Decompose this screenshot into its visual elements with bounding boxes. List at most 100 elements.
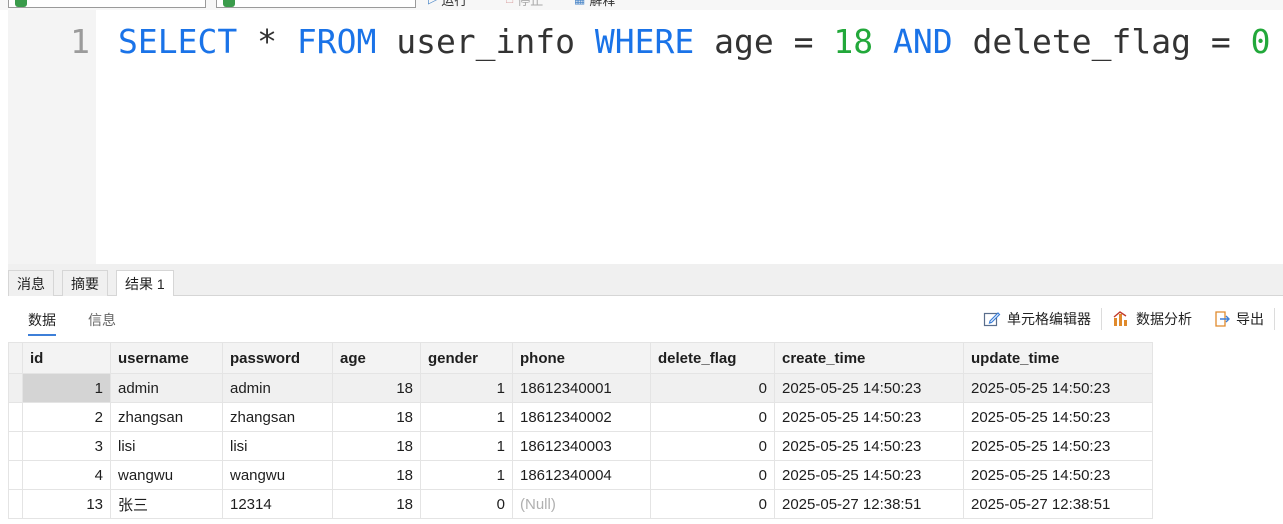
cell-username[interactable]: admin bbox=[110, 373, 223, 403]
table-row[interactable]: 13 张三 12314 18 0 (Null) 0 2025-05-27 12:… bbox=[8, 489, 1153, 519]
cell-phone[interactable]: 18612340004 bbox=[512, 460, 651, 490]
stop-button[interactable]: □ 停止 bbox=[506, 0, 544, 8]
row-indicator[interactable] bbox=[8, 489, 23, 519]
cell-delete-flag[interactable]: 0 bbox=[650, 373, 775, 403]
column-header-password[interactable]: password bbox=[222, 342, 333, 374]
cell-username[interactable]: lisi bbox=[110, 431, 223, 461]
explain-button[interactable]: ▦ 解释 bbox=[574, 0, 616, 8]
export-button[interactable]: 导出 bbox=[1202, 309, 1274, 329]
cell-editor-button[interactable]: 单元格编辑器 bbox=[973, 309, 1101, 329]
run-label: 运行 bbox=[441, 0, 468, 8]
cell-delete-flag[interactable]: 0 bbox=[650, 460, 775, 490]
cell-phone[interactable]: 18612340002 bbox=[512, 402, 651, 432]
cell-password[interactable]: wangwu bbox=[222, 460, 333, 490]
cell-id[interactable]: 13 bbox=[22, 489, 111, 519]
table-row[interactable]: 4 wangwu wangwu 18 1 18612340004 0 2025-… bbox=[8, 460, 1153, 490]
column-header-delete-flag[interactable]: delete_flag bbox=[650, 342, 775, 374]
data-analysis-icon bbox=[1112, 310, 1130, 328]
cell-age[interactable]: 18 bbox=[332, 460, 421, 490]
line-number-gutter: 1 bbox=[8, 10, 96, 264]
table-row[interactable]: 1 admin admin 18 1 18612340001 0 2025-05… bbox=[8, 373, 1153, 403]
cell-phone[interactable]: 18612340003 bbox=[512, 431, 651, 461]
table-row[interactable]: 3 lisi lisi 18 1 18612340003 0 2025-05-2… bbox=[8, 431, 1153, 461]
cell-id[interactable]: 2 bbox=[22, 402, 111, 432]
data-analysis-button[interactable]: 数据分析 bbox=[1102, 309, 1202, 329]
cell-username[interactable]: wangwu bbox=[110, 460, 223, 490]
run-button[interactable]: ▷ 运行 bbox=[428, 0, 468, 8]
cell-create-time[interactable]: 2025-05-25 14:50:23 bbox=[774, 373, 964, 403]
cell-age[interactable]: 18 bbox=[332, 431, 421, 461]
connection-select[interactable] bbox=[8, 0, 206, 8]
cell-password[interactable]: lisi bbox=[222, 431, 333, 461]
sql-editor[interactable]: 1 SELECT * FROM user_info WHERE age = 18… bbox=[8, 10, 1283, 264]
cell-update-time[interactable]: 2025-05-25 14:50:23 bbox=[963, 431, 1153, 461]
cell-password[interactable]: 12314 bbox=[222, 489, 333, 519]
stop-label: 停止 bbox=[517, 0, 544, 8]
column-header-phone[interactable]: phone bbox=[512, 342, 651, 374]
explain-label: 解释 bbox=[589, 0, 616, 8]
cell-username[interactable]: 张三 bbox=[110, 489, 223, 519]
cell-phone[interactable]: (Null) bbox=[512, 489, 651, 519]
cell-update-time[interactable]: 2025-05-27 12:38:51 bbox=[963, 489, 1153, 519]
row-indicator[interactable] bbox=[8, 431, 23, 461]
column-header-update-time[interactable]: update_time bbox=[963, 342, 1153, 374]
cell-create-time[interactable]: 2025-05-25 14:50:23 bbox=[774, 460, 964, 490]
cell-delete-flag[interactable]: 0 bbox=[650, 431, 775, 461]
cell-age[interactable]: 18 bbox=[332, 489, 421, 519]
keyword-where: WHERE bbox=[594, 22, 695, 61]
column-header-id[interactable]: id bbox=[22, 342, 111, 374]
tab-messages[interactable]: 消息 bbox=[8, 270, 54, 297]
row-indicator[interactable] bbox=[8, 373, 23, 403]
cell-id[interactable]: 1 bbox=[22, 373, 111, 403]
explain-icon: ▦ bbox=[574, 0, 585, 6]
tab-result-1[interactable]: 结果 1 bbox=[116, 270, 174, 298]
cell-phone[interactable]: 18612340001 bbox=[512, 373, 651, 403]
cell-age[interactable]: 18 bbox=[332, 373, 421, 403]
cell-create-time[interactable]: 2025-05-25 14:50:23 bbox=[774, 431, 964, 461]
table-name-token: user_info bbox=[396, 22, 576, 61]
data-analysis-label: 数据分析 bbox=[1136, 311, 1192, 327]
subtab-info[interactable]: 信息 bbox=[88, 310, 116, 334]
cell-delete-flag[interactable]: 0 bbox=[650, 402, 775, 432]
cell-update-time[interactable]: 2025-05-25 14:50:23 bbox=[963, 402, 1153, 432]
table-row[interactable]: 2 zhangsan zhangsan 18 1 18612340002 0 2… bbox=[8, 402, 1153, 432]
row-indicator[interactable] bbox=[8, 402, 23, 432]
result-grid: id username password age gender phone de… bbox=[8, 342, 1153, 519]
subtab-data[interactable]: 数据 bbox=[28, 310, 56, 336]
cell-gender[interactable]: 1 bbox=[420, 402, 513, 432]
keyword-select: SELECT bbox=[118, 22, 238, 61]
row-indicator[interactable] bbox=[8, 460, 23, 490]
sql-code-line[interactable]: SELECT * FROM user_info WHERE age = 18 A… bbox=[118, 22, 1271, 61]
cell-create-time[interactable]: 2025-05-25 14:50:23 bbox=[774, 402, 964, 432]
column-age-token: age bbox=[714, 22, 774, 61]
cell-gender[interactable]: 1 bbox=[420, 373, 513, 403]
cell-gender[interactable]: 0 bbox=[420, 489, 513, 519]
cell-update-time[interactable]: 2025-05-25 14:50:23 bbox=[963, 373, 1153, 403]
column-header-create-time[interactable]: create_time bbox=[774, 342, 964, 374]
cell-gender[interactable]: 1 bbox=[420, 460, 513, 490]
cell-id[interactable]: 4 bbox=[22, 460, 111, 490]
cell-password[interactable]: zhangsan bbox=[222, 402, 333, 432]
connection-icon bbox=[15, 0, 27, 7]
database-select[interactable] bbox=[216, 0, 416, 8]
header-row: id username password age gender phone de… bbox=[8, 342, 1153, 374]
column-header-gender[interactable]: gender bbox=[420, 342, 513, 374]
query-toolbar: ▷ 运行 □ 停止 ▦ 解释 bbox=[0, 0, 1283, 10]
cell-gender[interactable]: 1 bbox=[420, 431, 513, 461]
cell-create-time[interactable]: 2025-05-27 12:38:51 bbox=[774, 489, 964, 519]
star-token: * bbox=[257, 22, 277, 61]
column-delete-flag-token: delete_flag bbox=[972, 22, 1191, 61]
cell-age[interactable]: 18 bbox=[332, 402, 421, 432]
stop-icon: □ bbox=[506, 0, 513, 6]
navicat-query-window: ▷ 运行 □ 停止 ▦ 解释 1 SELECT * FROM user_info… bbox=[0, 0, 1283, 524]
cell-id[interactable]: 3 bbox=[22, 431, 111, 461]
cell-delete-flag[interactable]: 0 bbox=[650, 489, 775, 519]
cell-update-time[interactable]: 2025-05-25 14:50:23 bbox=[963, 460, 1153, 490]
number-18-token: 18 bbox=[833, 22, 874, 61]
tab-summary[interactable]: 摘要 bbox=[62, 270, 108, 297]
cell-password[interactable]: admin bbox=[222, 373, 333, 403]
cell-username[interactable]: zhangsan bbox=[110, 402, 223, 432]
database-icon bbox=[223, 0, 235, 7]
column-header-age[interactable]: age bbox=[332, 342, 421, 374]
column-header-username[interactable]: username bbox=[110, 342, 223, 374]
